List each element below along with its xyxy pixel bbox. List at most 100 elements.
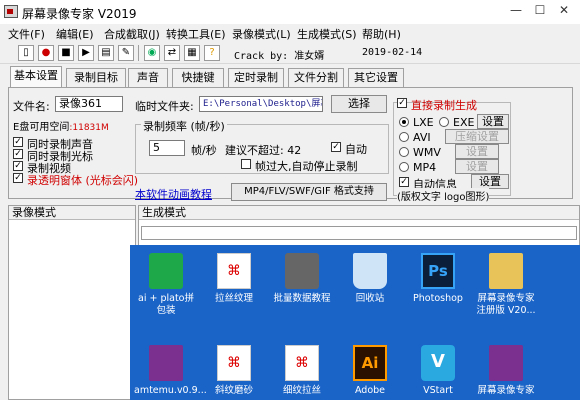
fps-suggestion: 建议不超过: 42 bbox=[225, 144, 302, 157]
menu-bar: 文件(F) 编辑(E) 合成截取(J) 转换工具(E) 录像模式(L) 生成模式… bbox=[0, 24, 580, 42]
window-title: 屏幕录像专家 V2019 bbox=[22, 7, 137, 21]
wmv-settings-button[interactable]: 设置 bbox=[455, 144, 499, 159]
tab-split[interactable]: 文件分割 bbox=[288, 68, 344, 87]
desktop-icon-label: 批量数据教程 bbox=[273, 293, 331, 304]
desktop-icon[interactable]: V VStart bbox=[406, 345, 470, 397]
desktop-icon[interactable]: Ai Adobe bbox=[338, 345, 402, 397]
radio-icon bbox=[439, 117, 449, 127]
desktop-icon-label: 屏幕录像专家 bbox=[477, 385, 535, 396]
auto-info-settings-button[interactable]: 设置 bbox=[471, 174, 509, 189]
tab-basic[interactable]: 基本设置 bbox=[10, 66, 62, 88]
pen-icon[interactable]: ✎ bbox=[118, 45, 134, 61]
desktop-icon-label: Adobe bbox=[354, 385, 386, 396]
film-icon[interactable]: ▦ bbox=[184, 45, 200, 61]
recycle-bin-icon bbox=[353, 253, 387, 289]
pdf-icon: ⌘ bbox=[285, 345, 319, 381]
pdf-icon: ⌘ bbox=[217, 253, 251, 289]
menu-edit[interactable]: 编辑(E) bbox=[56, 26, 94, 42]
file-list-bar[interactable] bbox=[141, 226, 577, 240]
temp-folder-label: 临时文件夹: bbox=[135, 100, 194, 113]
desktop-icon[interactable]: 批量数据教程 bbox=[270, 253, 334, 305]
plato-icon bbox=[149, 253, 183, 289]
desktop-icon[interactable]: ai + plato拼包装 bbox=[134, 253, 198, 317]
desktop-preview: ai + plato拼包装 ⌘ 拉丝纹理 批量数据教程 回收站 Ps Photo… bbox=[130, 245, 580, 400]
title-bar: 屏幕录像专家 V2019 — ☐ ✕ bbox=[0, 0, 580, 24]
desktop-icon-label: 细纹拉丝 bbox=[282, 385, 321, 396]
filename-input[interactable]: 录像361 bbox=[55, 96, 123, 112]
help-icon[interactable]: ? bbox=[204, 45, 220, 61]
checkmark-icon: ✓ bbox=[13, 137, 23, 147]
radio-label: LXE bbox=[413, 116, 434, 129]
checkmark-icon: ✓ bbox=[399, 177, 409, 187]
tab-hotkeys[interactable]: 快捷键 bbox=[172, 68, 224, 87]
record-icon[interactable]: ● bbox=[38, 45, 54, 61]
record-mode-pane[interactable]: 录像模式 bbox=[8, 205, 136, 400]
clapper-icon[interactable]: ▤ bbox=[98, 45, 114, 61]
desktop-icon-label: VStart bbox=[423, 385, 453, 396]
disk-space-label: E盘可用空间:11831M bbox=[13, 122, 109, 133]
radio-label: MP4 bbox=[413, 161, 437, 174]
checkmark-icon: ✓ bbox=[331, 142, 341, 152]
fps-group-title: 录制频率 (帧/秒) bbox=[141, 118, 227, 134]
desktop-icon[interactable]: amtemu.v0.9... bbox=[134, 345, 207, 397]
filename-label: 文件名: bbox=[13, 100, 50, 113]
radio-label: WMV bbox=[413, 146, 441, 159]
checkbox-label: 直接录制生成 bbox=[411, 99, 477, 112]
archive-icon bbox=[149, 345, 183, 381]
checkmark-icon: ✓ bbox=[13, 149, 23, 159]
fps-input[interactable]: 5 bbox=[149, 140, 185, 156]
tab-other[interactable]: 其它设置 bbox=[348, 68, 404, 87]
close-button[interactable]: ✕ bbox=[554, 3, 574, 19]
desktop-icon[interactable]: ⌘ 细纹拉丝 bbox=[270, 345, 334, 397]
tab-sound[interactable]: 声音 bbox=[128, 68, 168, 87]
menu-generate[interactable]: 生成模式(S) bbox=[297, 26, 357, 42]
menu-compose[interactable]: 合成截取(J) bbox=[104, 26, 160, 42]
browse-button[interactable]: 选择 bbox=[331, 95, 387, 113]
convert-icon[interactable]: ⇄ bbox=[164, 45, 180, 61]
format-support-button[interactable]: MP4/FLV/SWF/GIF 格式支持 bbox=[231, 183, 387, 201]
desktop-icon[interactable]: 屏幕录像专家注册版 V20... bbox=[474, 253, 538, 317]
desktop-icon-label: Photoshop bbox=[413, 293, 463, 304]
camera-icon bbox=[285, 253, 319, 289]
radio-icon bbox=[399, 117, 409, 127]
toolbar-separator bbox=[138, 45, 139, 61]
menu-record[interactable]: 录像模式(L) bbox=[232, 26, 291, 42]
desktop-icon-label: ai + plato拼包装 bbox=[138, 293, 194, 316]
fps-unit: 帧/秒 bbox=[191, 144, 217, 157]
tutorial-link[interactable]: 本软件动画教程 bbox=[135, 186, 212, 202]
temp-folder-input[interactable]: E:\Personal\Desktop\屏幕 bbox=[199, 96, 323, 112]
checkmark-icon: ✓ bbox=[397, 98, 407, 108]
illustrator-icon: Ai bbox=[353, 345, 387, 381]
menu-file[interactable]: 文件(F) bbox=[8, 26, 45, 42]
minimize-button[interactable]: — bbox=[506, 3, 526, 19]
folder-icon bbox=[489, 253, 523, 289]
menu-convert[interactable]: 转换工具(E) bbox=[166, 26, 226, 42]
radio-label: AVI bbox=[413, 131, 431, 144]
crack-text: Crack by: 准女婿 bbox=[234, 51, 325, 62]
menu-help[interactable]: 帮助(H) bbox=[362, 26, 401, 42]
generate-mode-title: 生成模式 bbox=[139, 206, 579, 220]
globe-icon[interactable]: ◉ bbox=[144, 45, 160, 61]
desktop-icon[interactable]: ⌘ 拉丝纹理 bbox=[202, 253, 266, 305]
desktop-icon-label: 拉丝纹理 bbox=[214, 293, 253, 304]
radio-icon bbox=[399, 162, 409, 172]
desktop-icon-label: 回收站 bbox=[355, 293, 385, 304]
desktop-icon[interactable]: 屏幕录像专家 bbox=[474, 345, 538, 397]
compress-settings-button[interactable]: 压缩设置 bbox=[445, 129, 509, 144]
stop-icon[interactable]: ■ bbox=[58, 45, 74, 61]
maximize-button[interactable]: ☐ bbox=[530, 3, 550, 19]
record-mode-title: 录像模式 bbox=[9, 206, 135, 220]
lxe-settings-button[interactable]: 设置 bbox=[477, 114, 509, 129]
tab-schedule[interactable]: 定时录制 bbox=[228, 68, 284, 87]
mp4-settings-button[interactable]: 设置 bbox=[455, 159, 499, 174]
empty-checkbox-icon bbox=[241, 159, 251, 169]
desktop-icon[interactable]: ⌘ 斜纹磨砂 bbox=[202, 345, 266, 397]
play-icon[interactable]: ▶ bbox=[78, 45, 94, 61]
checkmark-icon: ✓ bbox=[13, 161, 23, 171]
toolbar-date: 2019-02-14 bbox=[362, 47, 423, 58]
desktop-icon[interactable]: Ps Photoshop bbox=[406, 253, 470, 305]
tab-target[interactable]: 录制目标 bbox=[66, 68, 126, 87]
radio-icon bbox=[399, 132, 409, 142]
desktop-icon[interactable]: 回收站 bbox=[338, 253, 402, 305]
new-file-icon[interactable]: ▯ bbox=[18, 45, 34, 61]
